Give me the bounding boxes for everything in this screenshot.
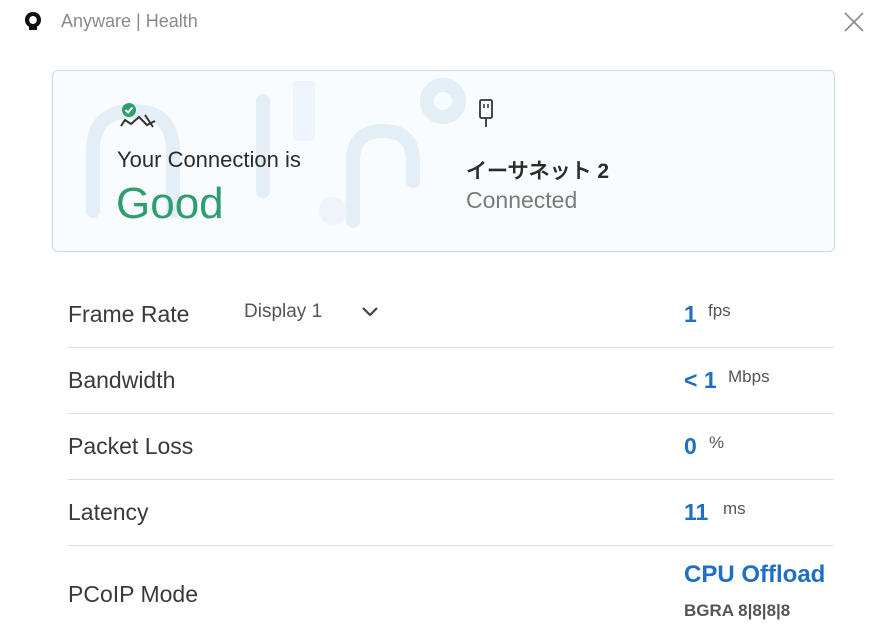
metric-row-bandwidth: Bandwidth < 1 Mbps [68,348,834,414]
ethernet-icon [479,99,493,127]
latency-value: 11 [684,499,709,525]
connection-status-card: Your Connection is Good イーサネット 2 Connect… [52,70,835,252]
metric-row-frame-rate: Frame Rate Display 1 1 fps [68,282,834,348]
packet-loss-unit: % [709,433,725,452]
pcoip-mode-detail: BGRA 8|8|8|8 [684,601,791,620]
pcoip-mode-value: CPU Offload [684,561,826,588]
packet-loss-label: Packet Loss [68,433,194,459]
app-title: Anyware | Health [61,11,198,31]
pcoip-mode-label: PCoIP Mode [68,581,198,607]
bandwidth-label: Bandwidth [68,367,176,393]
metric-row-latency: Latency 11 ms [68,480,834,546]
latency-unit: ms [723,499,746,518]
network-name: イーサネット 2 [466,160,610,183]
latency-label: Latency [68,499,149,525]
packet-loss-value: 0 [684,433,697,459]
frame-rate-unit: fps [708,301,731,320]
bandwidth-value: < 1 [684,367,717,393]
chevron-down-icon [362,307,378,317]
display-selector-label: Display 1 [244,301,323,322]
network-status: Connected [466,187,578,213]
app-logo-icon [25,12,41,30]
bandwidth-unit: Mbps [728,367,770,386]
connection-label: Your Connection is [117,147,301,172]
connection-status: Good [116,179,224,228]
frame-rate-value: 1 [684,301,697,327]
title-bar: Anyware | Health [0,0,887,46]
metric-row-pcoip-mode: PCoIP Mode CPU Offload BGRA 8|8|8|8 [68,546,834,629]
frame-rate-label: Frame Rate [68,301,190,327]
connection-good-icon [120,103,156,128]
metric-row-packet-loss: Packet Loss 0 % [68,414,834,480]
close-icon[interactable] [838,6,870,38]
